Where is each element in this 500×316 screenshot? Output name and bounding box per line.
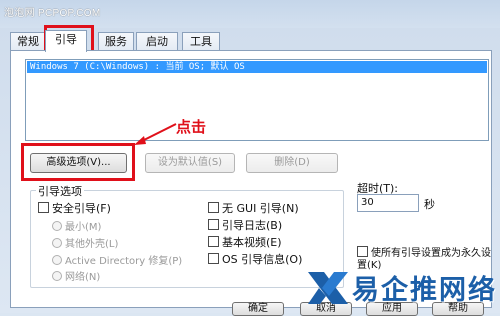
network-radio[interactable]: 网络(N) <box>52 268 100 283</box>
tab-services[interactable]: 服务 <box>98 32 134 50</box>
boot-log-checkbox[interactable]: 引导日志(B) <box>208 217 282 233</box>
os-boot-info-checkbox[interactable]: OS 引导信息(O) <box>208 251 302 267</box>
alternate-shell-radio[interactable]: 其他外壳(L) <box>52 235 118 250</box>
checkbox-icon <box>208 253 219 264</box>
boot-os-list[interactable]: Windows 7 (C:\Windows) : 当前 OS; 默认 OS <box>25 59 489 141</box>
checkbox-icon <box>208 219 219 230</box>
radio-icon <box>52 238 62 248</box>
set-default-button[interactable]: 设为默认值(S) <box>145 153 235 173</box>
safe-boot-checkbox[interactable]: 安全引导(F) <box>38 200 111 216</box>
tab-general[interactable]: 常规 <box>10 32 46 50</box>
active-directory-radio[interactable]: Active Directory 修复(P) <box>52 252 182 267</box>
checkbox-icon <box>38 202 49 213</box>
advanced-options-button[interactable]: 高级选项(V)... <box>30 153 127 173</box>
company-logo-text: 易企推网络 <box>352 275 497 306</box>
radio-icon <box>52 271 62 281</box>
no-gui-boot-checkbox[interactable]: 无 GUI 引导(N) <box>208 200 299 216</box>
tab-tools[interactable]: 工具 <box>182 32 220 50</box>
tab-startup[interactable]: 启动 <box>136 32 178 50</box>
ok-button[interactable]: 确定 <box>232 302 284 316</box>
minimal-radio[interactable]: 最小(M) <box>52 218 101 233</box>
msconfig-window: 泡泡网 PCPOP.COM 常规 引导 服务 启动 工具 Windows 7 (… <box>0 0 500 316</box>
checkbox-icon <box>208 236 219 247</box>
tab-boot[interactable]: 引导 <box>45 30 87 52</box>
watermark-top: 泡泡网 PCPOP.COM <box>4 8 101 19</box>
company-logo-icon <box>308 272 348 304</box>
base-video-checkbox[interactable]: 基本视频(E) <box>208 234 282 250</box>
radio-icon <box>52 255 62 265</box>
timeout-unit: 秒 <box>424 198 435 211</box>
title-bar: 泡泡网 PCPOP.COM <box>0 0 500 28</box>
boot-options-title: 引导选项 <box>36 183 84 199</box>
arrow-icon <box>134 123 177 145</box>
checkbox-icon <box>208 202 219 213</box>
click-annotation: 点击 <box>176 118 207 136</box>
timeout-input[interactable]: 30 <box>357 194 419 212</box>
checkbox-icon <box>357 246 368 257</box>
list-item[interactable]: Windows 7 (C:\Windows) : 当前 OS; 默认 OS <box>27 61 487 73</box>
delete-button[interactable]: 删除(D) <box>246 153 338 173</box>
radio-icon <box>52 221 62 231</box>
